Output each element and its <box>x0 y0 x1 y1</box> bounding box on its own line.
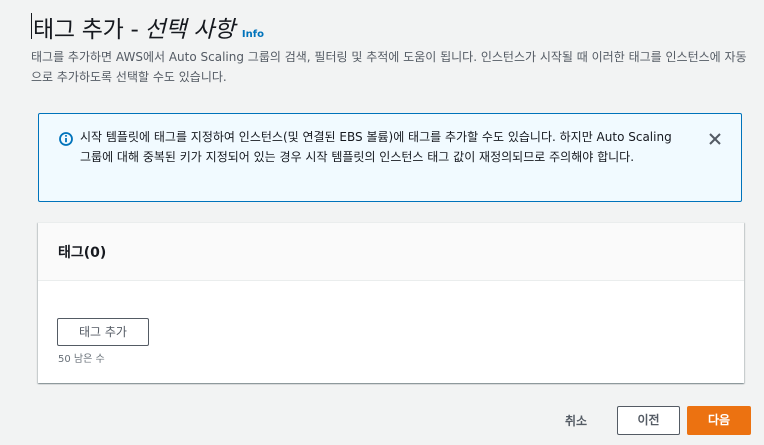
info-link[interactable]: Info <box>242 29 264 40</box>
add-tag-button[interactable]: 태그 추가 <box>57 318 149 346</box>
tags-remaining-count: 50 남은 수 <box>58 354 105 365</box>
close-icon[interactable] <box>708 131 722 145</box>
next-button[interactable]: 다음 <box>687 406 751 435</box>
cancel-button[interactable]: 취소 <box>565 412 587 429</box>
info-circle-icon <box>59 131 73 146</box>
page-description: 태그를 추가하면 AWS에서 Auto Scaling 그룹의 검색, 필터링 … <box>31 50 747 84</box>
alert-message: 시작 템플릿에 태그를 지정하여 인스턴스(및 연결된 EBS 볼륨)에 태그를… <box>80 130 672 164</box>
text-cursor <box>31 13 32 39</box>
page-title: 태그 추가 - <box>33 17 139 43</box>
page-header: 태그 추가 - 선택 사항 Info <box>33 10 264 43</box>
tags-panel-title: 태그(0) <box>58 245 107 261</box>
tags-panel: 태그(0) 태그 추가 50 남은 수 <box>38 222 744 383</box>
tags-panel-header: 태그(0) <box>38 223 744 281</box>
info-alert: 시작 템플릿에 태그를 지정하여 인스턴스(및 연결된 EBS 볼륨)에 태그를… <box>38 113 742 202</box>
wizard-footer: 취소 이전 다음 <box>0 405 764 436</box>
previous-button[interactable]: 이전 <box>617 406 680 435</box>
page: 태그 추가 - 선택 사항 Info 태그를 추가하면 AWS에서 Auto S… <box>0 0 764 445</box>
page-title-optional: 선택 사항 <box>144 17 235 43</box>
